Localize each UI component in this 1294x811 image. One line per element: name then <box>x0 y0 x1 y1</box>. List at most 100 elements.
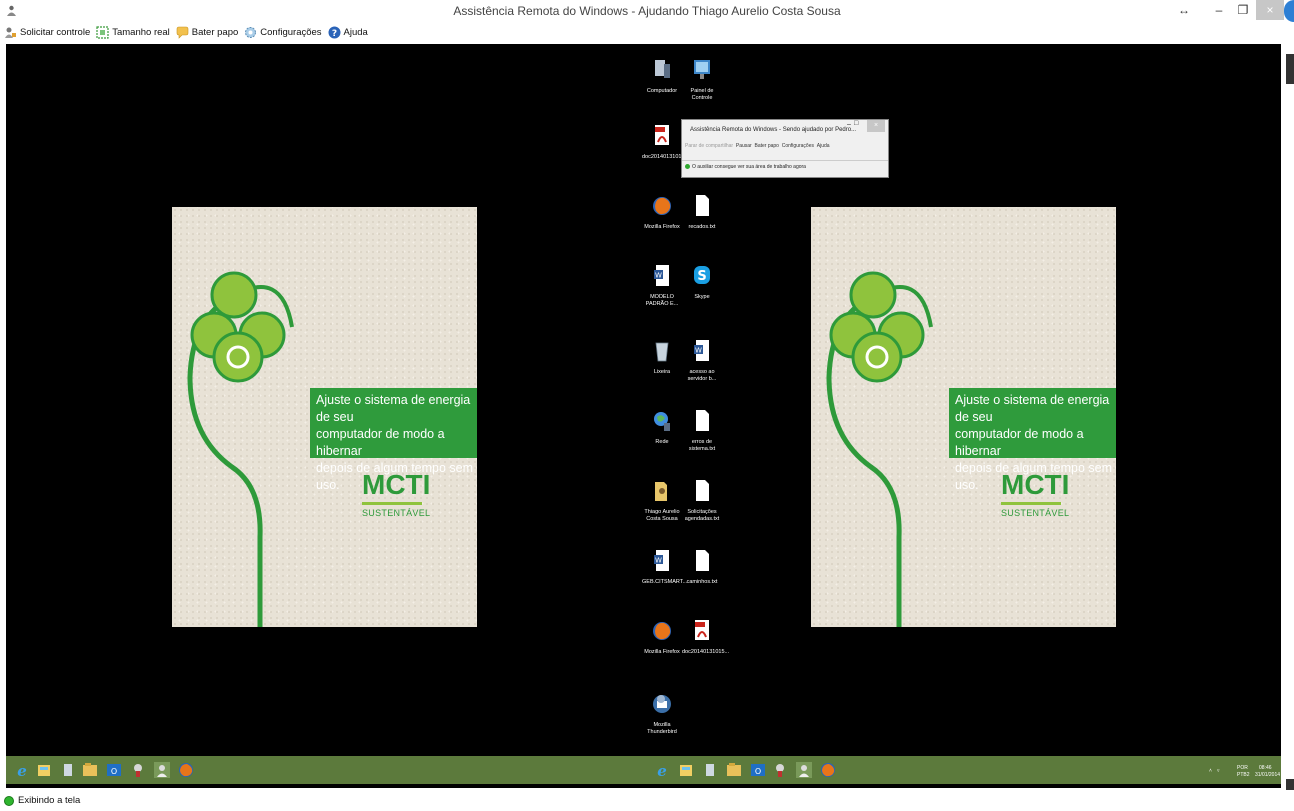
request-control-button[interactable]: Solicitar controle <box>4 23 90 41</box>
pdf-icon <box>655 125 669 145</box>
request-control-icon <box>5 27 16 38</box>
desktop-icon-solicitacoes[interactable]: Solicitações agendadas.txt <box>682 479 722 523</box>
svg-text:e: e <box>17 762 27 778</box>
desktop-icon-recados[interactable]: recados.txt <box>682 194 722 231</box>
wallpaper-poster-left: Ajuste o sistema de energia de seu compu… <box>172 207 477 627</box>
desktop-icon-label: doc20140131013... <box>642 154 690 160</box>
maximize-button[interactable]: ❐ <box>1232 0 1254 20</box>
outlook-icon[interactable]: O <box>750 762 766 778</box>
resize-button[interactable]: ↔ <box>1174 0 1194 20</box>
scrollbar-thumb[interactable] <box>1286 54 1294 84</box>
user-folder-icon <box>655 482 667 501</box>
vertical-scrollbar[interactable] <box>1283 44 1294 799</box>
app-icon[interactable] <box>772 762 788 778</box>
desktop-icon-pdf-1[interactable]: doc20140131013... <box>642 124 690 161</box>
scanner-icon[interactable] <box>702 762 718 778</box>
remote-assistance-taskbar-icon[interactable] <box>796 762 812 778</box>
tray-time[interactable]: 08:46 <box>1259 765 1272 772</box>
tray-language[interactable]: POR <box>1237 765 1248 772</box>
help-icon: ? <box>328 26 341 39</box>
desktop-icon-label: GEB.CITSMART... <box>642 579 688 585</box>
status-ok-icon <box>685 164 690 169</box>
mcti-subtitle: SUSTENTÁVEL <box>1001 508 1070 518</box>
settings-button[interactable]: Configurações <box>244 23 322 41</box>
scanner-icon[interactable] <box>60 762 76 778</box>
inner-stop-sharing-button[interactable]: Parar de compartilhar <box>685 143 733 149</box>
title-bar: Assistência Remota do Windows - Ajudando… <box>0 0 1294 22</box>
banner-line: computador de modo a hibernar <box>955 427 1084 458</box>
request-control-label: Solicitar controle <box>20 26 91 38</box>
actual-size-icon <box>96 25 109 39</box>
desktop-icon-caminhos[interactable]: caminhos.txt <box>682 549 722 586</box>
settings-icon <box>245 26 257 38</box>
desktop-icon-firefox-1[interactable]: Mozilla Firefox <box>642 194 682 231</box>
inner-pause-button[interactable]: Pausar <box>736 143 752 149</box>
thunderbird-icon <box>653 695 671 713</box>
word-document-icon: W <box>694 340 709 361</box>
desktop-icon-user-folder[interactable]: Thiago Aurelio Costa Sousa <box>642 479 682 523</box>
desktop-icon-label: Mozilla Thunderbird <box>647 722 677 735</box>
firefox-icon[interactable] <box>178 762 194 778</box>
svg-text:S: S <box>697 269 706 284</box>
desktop-icon-lixeira[interactable]: Lixeira <box>642 339 682 376</box>
minimize-button[interactable]: – <box>1208 0 1230 20</box>
chat-label: Bater papo <box>191 26 239 38</box>
tray-date[interactable]: 31/01/2014 <box>1255 772 1280 779</box>
inner-close-button[interactable]: × <box>867 120 885 132</box>
computer-icon <box>655 60 670 78</box>
file-explorer-icon[interactable] <box>678 762 694 778</box>
help-label: Ajuda <box>343 26 368 38</box>
desktop-icon-modelo[interactable]: W MODELO PADRÃO E... <box>642 264 682 308</box>
help-button[interactable]: ? Ajuda <box>328 23 368 41</box>
outlook-icon[interactable]: O <box>106 762 122 778</box>
desktop-icon-label: Rede <box>655 439 669 445</box>
tray-arrow-icon[interactable]: ˄ <box>1209 768 1212 775</box>
ie-icon[interactable]: e <box>14 762 30 778</box>
network-icon <box>654 412 670 431</box>
inner-chat-button[interactable]: Bater papo <box>754 143 778 149</box>
app-icon[interactable] <box>130 762 146 778</box>
inner-remote-assistance-window[interactable]: Assistência Remota do Windows - Sendo aj… <box>681 119 889 178</box>
ie-icon[interactable]: e <box>654 762 670 778</box>
desktop-icon-firefox-2[interactable]: Mozilla Firefox <box>642 619 682 656</box>
control-panel-icon <box>694 60 710 79</box>
connected-status-icon <box>4 795 14 806</box>
desktop-icon-label: Lixeira <box>653 369 671 375</box>
desktop-icon-skype[interactable]: S Skype <box>682 264 722 301</box>
network-status-icon[interactable]: ▿ <box>1217 768 1220 775</box>
poster-banner: Ajuste o sistema de energia de seu compu… <box>310 388 477 492</box>
recycle-bin-icon <box>655 342 669 362</box>
inner-settings-button[interactable]: Configurações <box>782 143 814 149</box>
desktop-icon-computador[interactable]: Computador <box>642 58 682 95</box>
desktop-icon-painel-de-controle[interactable]: Painel de Controle <box>682 58 722 102</box>
remote-assistance-taskbar-icon[interactable] <box>154 762 170 778</box>
desktop-icon-geb[interactable]: W GEB.CITSMART... <box>642 549 688 586</box>
remote-desktop-view[interactable]: Ajuste o sistema de energia de seu compu… <box>6 44 1281 788</box>
folder-icon[interactable] <box>82 762 98 778</box>
inner-help-button[interactable]: Ajuda <box>817 143 830 149</box>
desktop-icon-thunderbird[interactable]: Mozilla Thunderbird <box>642 692 682 736</box>
file-explorer-icon[interactable] <box>36 762 52 778</box>
desktop-icon-label: Mozilla Firefox <box>644 649 680 655</box>
desktop-icon-label: erros de sistema.txt <box>688 439 716 452</box>
desktop-icon-label: Solicitações agendadas.txt <box>684 509 720 522</box>
desktop-icon-pdf-2[interactable]: doc20140131015... <box>682 619 729 656</box>
mcti-logo-text: MCTI <box>362 469 431 500</box>
actual-size-button[interactable]: Tamanho real <box>96 23 170 41</box>
inner-maximize-button[interactable]: □ <box>854 120 858 127</box>
desktop-icon-rede[interactable]: Rede <box>642 409 682 446</box>
pdf-icon <box>695 620 709 640</box>
desktop-icon-label: MODELO PADRÃO E... <box>645 294 679 307</box>
desktop-icon-acesso[interactable]: W acesso ao servidor b... <box>682 339 722 383</box>
inner-minimize-button[interactable]: – <box>847 121 851 128</box>
remote-taskbar: e O e O ˄ ▿ POR PTB2 08:46 31/01/2014 <box>6 756 1281 784</box>
tray-layout[interactable]: PTB2 <box>1237 772 1250 779</box>
firefox-icon[interactable] <box>820 762 836 778</box>
poster-banner: Ajuste o sistema de energia de seu compu… <box>949 388 1116 492</box>
chat-icon <box>176 26 189 39</box>
chat-button[interactable]: Bater papo <box>176 23 238 41</box>
desktop-icon-erros[interactable]: erros de sistema.txt <box>682 409 722 453</box>
svg-text:W: W <box>655 272 662 280</box>
close-button[interactable]: × <box>1256 0 1284 20</box>
folder-icon[interactable] <box>726 762 742 778</box>
